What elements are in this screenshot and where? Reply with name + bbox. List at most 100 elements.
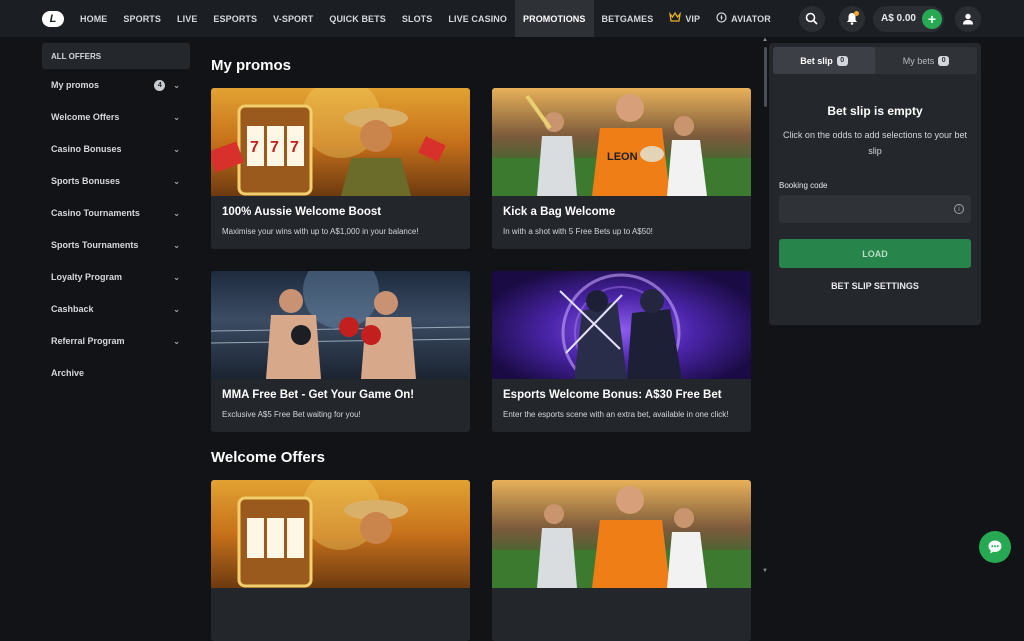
- promo-image-rugby: LEON: [492, 88, 751, 196]
- promo-card-title: Kick a Bag Welcome: [503, 206, 616, 218]
- sidebar-item-referral-program[interactable]: Referral Program ⌄: [42, 325, 190, 357]
- sidebar-item-archive[interactable]: Archive: [42, 357, 190, 389]
- nav-sports[interactable]: SPORTS: [115, 0, 169, 37]
- welcome-offers-grid: [211, 480, 756, 641]
- sidebar-item-welcome-offers[interactable]: Welcome Offers ⌄: [42, 101, 190, 133]
- sidebar-item-label: Casino Bonuses: [51, 144, 122, 154]
- promo-cards-grid: 7 7 7 100% Aussie Welcome Boost Maximise…: [211, 88, 756, 432]
- chevron-down-icon: ⌄: [173, 208, 180, 218]
- section-title-my-promos: My promos: [211, 57, 292, 74]
- user-icon: [963, 13, 973, 24]
- sidebar-item-sports-tournaments[interactable]: Sports Tournaments ⌄: [42, 229, 190, 261]
- nav-slots[interactable]: SLOTS: [394, 0, 441, 37]
- sidebar-item-label: My promos: [51, 80, 100, 90]
- nav-live[interactable]: LIVE: [169, 0, 205, 37]
- tab-my-bets[interactable]: My bets 0: [875, 47, 977, 74]
- bet-slip-empty-description: Click on the odds to add selections to y…: [782, 130, 968, 156]
- promotions-sidebar: ALL OFFERS My promos 4 ⌄ Welcome Offers …: [42, 43, 190, 389]
- chevron-down-icon: ⌄: [173, 272, 180, 282]
- bet-slip-tabs: Bet slip 0 My bets 0: [773, 47, 977, 74]
- leon-logo[interactable]: L: [42, 10, 64, 27]
- promo-card-description: Enter the esports scene with an extra be…: [503, 410, 729, 419]
- promo-count-badge: 4: [154, 79, 166, 91]
- sidebar-item-casino-tournaments[interactable]: Casino Tournaments ⌄: [42, 197, 190, 229]
- promo-card-aussie-welcome-preview[interactable]: [211, 480, 470, 641]
- notification-dot: [853, 10, 859, 16]
- search-button[interactable]: [798, 5, 825, 32]
- sidebar-item-cashback[interactable]: Cashback ⌄: [42, 293, 190, 325]
- sidebar-item-loyalty-program[interactable]: Loyalty Program ⌄: [42, 261, 190, 293]
- nav-home[interactable]: HOME: [72, 0, 115, 37]
- info-icon[interactable]: i: [954, 204, 964, 214]
- chevron-down-icon: ⌄: [173, 240, 180, 250]
- booking-code-input[interactable]: [779, 195, 971, 223]
- sidebar-item-label: Sports Tournaments: [51, 240, 139, 250]
- load-button[interactable]: LOAD: [779, 239, 971, 268]
- chevron-down-icon: ⌄: [173, 112, 180, 122]
- aviator-propeller-icon: [716, 11, 727, 26]
- sidebar-item-label: Welcome Offers: [51, 112, 120, 122]
- promo-card-mma-free-bet[interactable]: MMA Free Bet - Get Your Game On! Exclusi…: [211, 271, 470, 432]
- chevron-down-icon: ⌄: [173, 336, 180, 346]
- promotions-main: My promos 7 7 7 100% Aussie Welcome Boos…: [211, 43, 756, 641]
- user-account-button[interactable]: [955, 5, 981, 32]
- promo-card-description: Maximise your wins with up to A$1,000 in…: [222, 227, 419, 236]
- balance-pill[interactable]: A$ 0.00 +: [872, 5, 944, 32]
- nav-live-casino[interactable]: LIVE CASINO: [440, 0, 515, 37]
- promo-card-aussie-welcome[interactable]: 7 7 7 100% Aussie Welcome Boost Maximise…: [211, 88, 470, 249]
- promo-image-rugby: [492, 480, 751, 588]
- nav-esports[interactable]: ESPORTS: [205, 0, 265, 37]
- booking-code-field: i: [779, 195, 971, 223]
- tab-my-bets-label: My bets: [902, 55, 935, 66]
- nav-vip[interactable]: VIP: [661, 0, 708, 37]
- sidebar-item-my-promos[interactable]: My promos 4 ⌄: [42, 69, 190, 101]
- nav-quick-bets[interactable]: QUICK BETS: [321, 0, 394, 37]
- bet-slip-settings-link[interactable]: BET SLIP SETTINGS: [769, 281, 981, 291]
- main-nav: HOME SPORTS LIVE ESPORTS V-SPORT QUICK B…: [72, 0, 779, 37]
- section-title-welcome-offers: Welcome Offers: [211, 449, 325, 466]
- sidebar-item-label: Casino Tournaments: [51, 208, 140, 218]
- sidebar-all-offers[interactable]: ALL OFFERS: [42, 43, 190, 69]
- promo-card-esports-welcome[interactable]: Esports Welcome Bonus: A$30 Free Bet Ent…: [492, 271, 751, 432]
- notifications-button[interactable]: [838, 5, 865, 32]
- promo-image-aussie: [211, 480, 470, 588]
- chevron-down-icon: ⌄: [173, 304, 180, 314]
- sidebar-item-label: Archive: [51, 368, 85, 378]
- scroll-up-arrow[interactable]: ▲: [762, 37, 768, 43]
- promo-image-esports: [492, 271, 751, 379]
- promo-card-description: In with a shot with 5 Free Bets up to A$…: [503, 227, 653, 236]
- sidebar-item-label: Cashback: [51, 304, 94, 314]
- bet-slip-count-badge: 0: [836, 55, 848, 66]
- balance-amount: A$ 0.00: [880, 13, 916, 24]
- promo-card-kick-a-bag[interactable]: LEON Kick a Bag Welcome In with a shot w…: [492, 88, 751, 249]
- promo-card-kick-a-bag-preview[interactable]: [492, 480, 751, 641]
- promo-image-aussie: 7 7 7: [211, 88, 470, 196]
- bet-slip-empty-title: Bet slip is empty: [827, 104, 923, 118]
- nav-vip-label: VIP: [685, 13, 701, 24]
- sidebar-item-label: Loyalty Program: [51, 272, 123, 282]
- sidebar-item-sports-bonuses[interactable]: Sports Bonuses ⌄: [42, 165, 190, 197]
- svg-text:LEON: LEON: [607, 151, 638, 163]
- chevron-down-icon: ⌄: [173, 176, 180, 186]
- support-chat-button[interactable]: [979, 531, 1011, 563]
- promo-card-title: MMA Free Bet - Get Your Game On!: [222, 389, 415, 401]
- deposit-plus-button[interactable]: +: [922, 8, 942, 29]
- bet-slip-panel: Bet slip 0 My bets 0 Bet slip is empty C…: [769, 43, 981, 325]
- booking-code-label: Booking code: [779, 181, 828, 190]
- vip-crown-icon: [669, 11, 682, 26]
- scroll-down-arrow[interactable]: ▼: [762, 568, 768, 574]
- promo-card-title: 100% Aussie Welcome Boost: [222, 206, 382, 218]
- nav-betgames[interactable]: BETGAMES: [594, 0, 662, 37]
- promo-image-mma: [211, 271, 470, 379]
- nav-promotions[interactable]: PROMOTIONS: [515, 0, 594, 37]
- header-actions: A$ 0.00 +: [798, 0, 1024, 37]
- nav-aviator[interactable]: AVIATOR: [708, 0, 779, 37]
- sidebar-item-casino-bonuses[interactable]: Casino Bonuses ⌄: [42, 133, 190, 165]
- tab-bet-slip-label: Bet slip: [800, 55, 833, 66]
- search-icon: [806, 12, 819, 25]
- scrollbar-thumb[interactable]: [764, 47, 767, 107]
- top-navigation-bar: L HOME SPORTS LIVE ESPORTS V-SPORT QUICK…: [0, 0, 1024, 37]
- svg-text:7: 7: [290, 139, 299, 156]
- nav-v-sport[interactable]: V-SPORT: [265, 0, 321, 37]
- tab-bet-slip[interactable]: Bet slip 0: [773, 47, 875, 74]
